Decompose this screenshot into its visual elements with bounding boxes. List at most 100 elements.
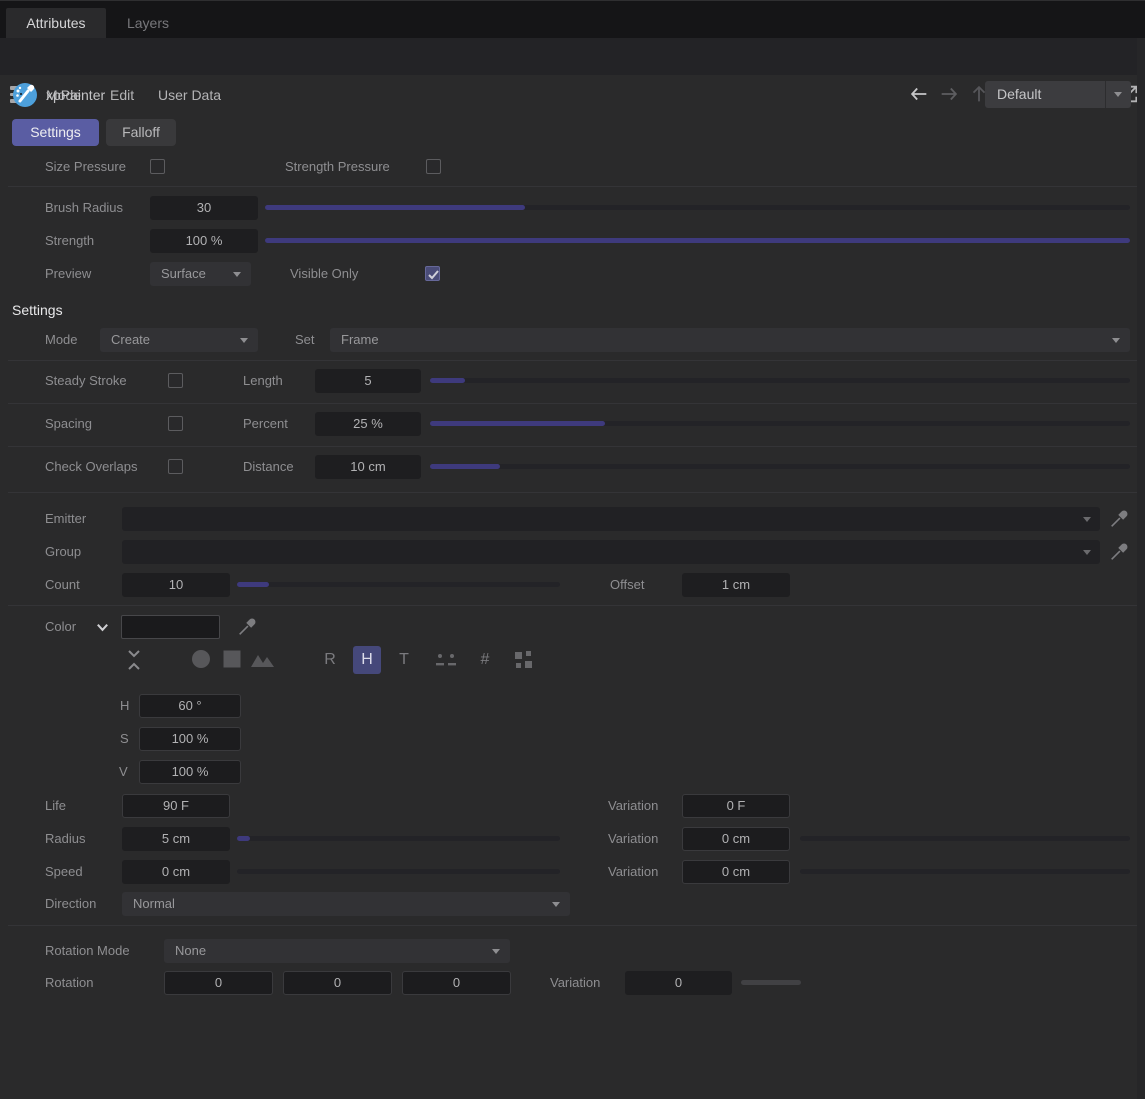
forward-arrow-icon[interactable] — [938, 83, 960, 105]
back-arrow-icon[interactable] — [908, 83, 930, 105]
slider-fill — [237, 836, 250, 841]
steady-stroke-checkbox[interactable] — [168, 373, 183, 388]
color-tab-hsv[interactable]: H — [353, 646, 381, 674]
count-field[interactable]: 10 — [122, 573, 230, 597]
rotation-variation-slider[interactable] — [741, 980, 801, 985]
brush-radius-slider[interactable] — [265, 205, 1130, 210]
count-label: Count — [45, 577, 80, 592]
distance-field[interactable]: 10 cm — [315, 455, 421, 479]
percent-label: Percent — [243, 416, 288, 431]
value-field[interactable]: 100 % — [139, 760, 241, 784]
color-mixer-icon[interactable] — [431, 646, 461, 677]
rotation-z-field[interactable]: 0 — [402, 971, 511, 995]
visible-only-checkbox[interactable] — [425, 266, 440, 281]
tab-layers[interactable]: Layers — [106, 8, 190, 39]
rotation-x-field[interactable]: 0 — [164, 971, 273, 995]
rotation-mode-value: None — [175, 943, 207, 958]
preset-dropdown[interactable]: Default — [985, 81, 1131, 108]
rotation-mode-dropdown[interactable]: None — [164, 939, 510, 963]
menu-edit[interactable]: Edit — [110, 84, 134, 106]
attribute-manager-panel: Attributes Layers Mode Edit User Data xp… — [0, 0, 1145, 1099]
group-link-field[interactable] — [122, 540, 1100, 564]
radius-field[interactable]: 5 cm — [122, 827, 230, 851]
preset-dropdown-arrow[interactable] — [1105, 81, 1131, 108]
preview-value: Surface — [161, 266, 206, 281]
set-value: Frame — [341, 332, 379, 347]
speed-slider[interactable] — [237, 869, 560, 874]
percent-field[interactable]: 25 % — [315, 412, 421, 436]
slider-fill — [430, 464, 500, 469]
menu-user-data[interactable]: User Data — [158, 84, 221, 106]
strength-label: Strength — [45, 233, 95, 248]
life-variation-label: Variation — [608, 798, 659, 813]
brush-radius-field[interactable]: 30 — [150, 196, 258, 220]
tab-attributes[interactable]: Attributes — [6, 8, 106, 39]
divider — [8, 360, 1137, 361]
rotation-y-field[interactable]: 0 — [283, 971, 392, 995]
divider — [8, 492, 1137, 493]
divider — [8, 605, 1137, 606]
length-slider[interactable] — [430, 378, 1130, 383]
spacing-checkbox[interactable] — [168, 416, 183, 431]
color-expand-chevron-icon[interactable] — [95, 620, 110, 638]
saturation-field[interactable]: 100 % — [139, 727, 241, 751]
length-field[interactable]: 5 — [315, 369, 421, 393]
size-pressure-label: Size Pressure — [45, 159, 126, 174]
saturation-label: S — [120, 731, 129, 746]
direction-dropdown[interactable]: Normal — [122, 892, 570, 916]
life-variation-field[interactable]: 0 F — [682, 794, 790, 818]
color-square-icon[interactable] — [221, 648, 243, 673]
mode-value: Create — [111, 332, 151, 347]
color-tab-temperature[interactable]: T — [390, 646, 418, 674]
check-overlaps-checkbox[interactable] — [168, 459, 183, 474]
preview-dropdown[interactable]: Surface — [150, 262, 251, 286]
color-swatch[interactable] — [121, 615, 220, 639]
slider-fill — [237, 582, 270, 587]
settings-heading: Settings — [12, 302, 63, 318]
distance-slider[interactable] — [430, 464, 1130, 469]
preview-label: Preview — [45, 266, 92, 281]
steady-stroke-label: Steady Stroke — [45, 373, 127, 388]
offset-field[interactable]: 1 cm — [682, 573, 790, 597]
rotation-variation-label: Variation — [550, 975, 601, 990]
radius-variation-slider[interactable] — [800, 836, 1130, 841]
speed-variation-field[interactable]: 0 cm — [682, 860, 790, 884]
radius-slider[interactable] — [237, 836, 560, 841]
collapse-vertical-icon[interactable] — [124, 648, 144, 675]
color-hex-icon[interactable]: # — [471, 646, 499, 674]
color-tab-rgb[interactable]: R — [316, 646, 344, 674]
falloff-tab-button[interactable]: Falloff — [106, 119, 176, 146]
strength-pressure-checkbox[interactable] — [426, 159, 441, 174]
life-field[interactable]: 90 F — [122, 794, 230, 818]
set-dropdown[interactable]: Frame — [330, 328, 1130, 352]
set-label: Set — [295, 332, 315, 347]
slider-fill — [265, 238, 1130, 243]
group-eyedropper-icon[interactable] — [1108, 541, 1130, 566]
strength-field[interactable]: 100 % — [150, 229, 258, 253]
size-pressure-checkbox[interactable] — [150, 159, 165, 174]
color-eyedropper-icon[interactable] — [236, 616, 258, 641]
value-label: V — [119, 764, 128, 779]
brush-radius-label: Brush Radius — [45, 200, 124, 215]
speed-variation-slider[interactable] — [800, 869, 1130, 874]
emitter-link-field[interactable] — [122, 507, 1100, 531]
slider-fill — [265, 205, 525, 210]
radius-variation-field[interactable]: 0 cm — [682, 827, 790, 851]
color-wheel-icon[interactable] — [190, 648, 212, 673]
color-spectrum-icon[interactable] — [249, 648, 277, 673]
color-swatches-icon[interactable] — [509, 646, 539, 677]
hue-label: H — [120, 698, 130, 713]
hue-field[interactable]: 60 ° — [139, 694, 241, 718]
speed-field[interactable]: 0 cm — [122, 860, 230, 884]
strength-slider[interactable] — [265, 238, 1130, 243]
rotation-mode-label: Rotation Mode — [45, 943, 130, 958]
offset-label: Offset — [610, 577, 645, 592]
count-slider[interactable] — [237, 582, 560, 587]
distance-label: Distance — [243, 459, 294, 474]
rotation-variation-field[interactable]: 0 — [625, 971, 732, 995]
percent-slider[interactable] — [430, 421, 1130, 426]
emitter-eyedropper-icon[interactable] — [1108, 508, 1130, 533]
settings-tab-button[interactable]: Settings — [12, 119, 99, 146]
divider — [8, 403, 1137, 404]
mode-dropdown[interactable]: Create — [100, 328, 258, 352]
